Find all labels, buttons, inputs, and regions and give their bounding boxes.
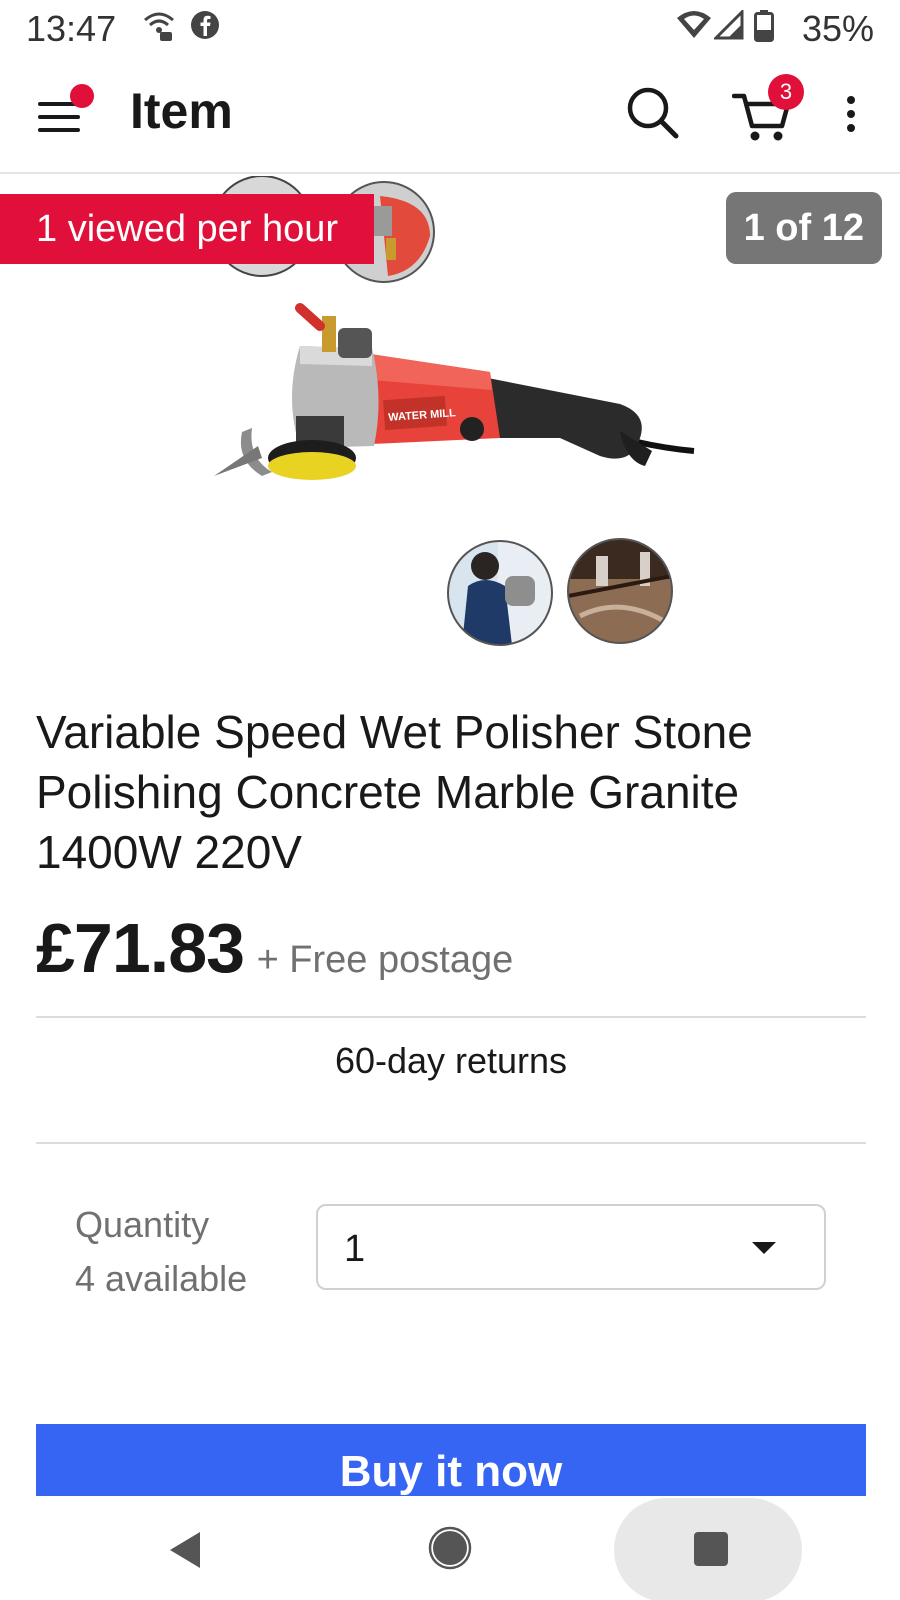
- menu-button[interactable]: [30, 80, 100, 150]
- battery-icon: [754, 10, 774, 47]
- status-bar: 13:47 35%: [0, 0, 900, 52]
- back-button[interactable]: [168, 1530, 204, 1575]
- divider: [36, 1016, 866, 1018]
- cart-count-badge: 3: [768, 74, 804, 110]
- quantity-available: 4 available: [75, 1258, 248, 1299]
- page: 13:47 35% Item 3 WATER MILL 1 viewed per…: [0, 0, 900, 1600]
- cart-button[interactable]: 3: [731, 74, 806, 146]
- divider: [36, 1142, 866, 1144]
- returns-info: 60-day returns: [334, 1040, 568, 1081]
- wifi-icon: [676, 10, 712, 45]
- dropdown-arrow-icon: [752, 1242, 776, 1254]
- quantity-select[interactable]: 1: [316, 1204, 826, 1290]
- item-price: £71.83: [36, 909, 245, 987]
- notification-dot: [70, 84, 94, 108]
- postage-info: + Free postage: [256, 939, 514, 981]
- wifi-calling-icon: [142, 10, 176, 47]
- price-row: £71.83 + Free postage: [36, 908, 513, 988]
- buy-it-now-button[interactable]: Buy it now: [36, 1424, 866, 1504]
- item-title: Variable Speed Wet Polisher Stone Polish…: [36, 706, 753, 878]
- page-title: Item: [130, 83, 233, 139]
- search-icon: [627, 87, 679, 139]
- more-vert-icon: [847, 96, 855, 132]
- recents-icon: [694, 1532, 728, 1566]
- image-counter-badge: 1 of 12: [725, 192, 882, 264]
- viewed-per-hour-badge: 1 viewed per hour: [0, 194, 375, 264]
- quantity-selected-value: 1: [344, 1228, 366, 1270]
- home-icon: [428, 1526, 472, 1570]
- status-time: 13:47: [26, 8, 117, 49]
- search-button[interactable]: [624, 84, 684, 144]
- app-bar: Item 3: [0, 56, 900, 174]
- battery-percent: 35%: [801, 8, 874, 49]
- more-options-button[interactable]: [836, 86, 866, 146]
- facebook-icon: [190, 10, 220, 45]
- quantity-label: Quantity: [75, 1204, 210, 1245]
- back-icon: [170, 1532, 200, 1568]
- signal-icon: [712, 8, 744, 45]
- quantity-info: Quantity 4 available: [75, 1198, 247, 1306]
- system-nav-bar: [0, 1496, 900, 1600]
- home-button[interactable]: [428, 1526, 472, 1575]
- image-gallery[interactable]: WATER MILL 1 viewed per hour 1 of 12: [0, 176, 900, 676]
